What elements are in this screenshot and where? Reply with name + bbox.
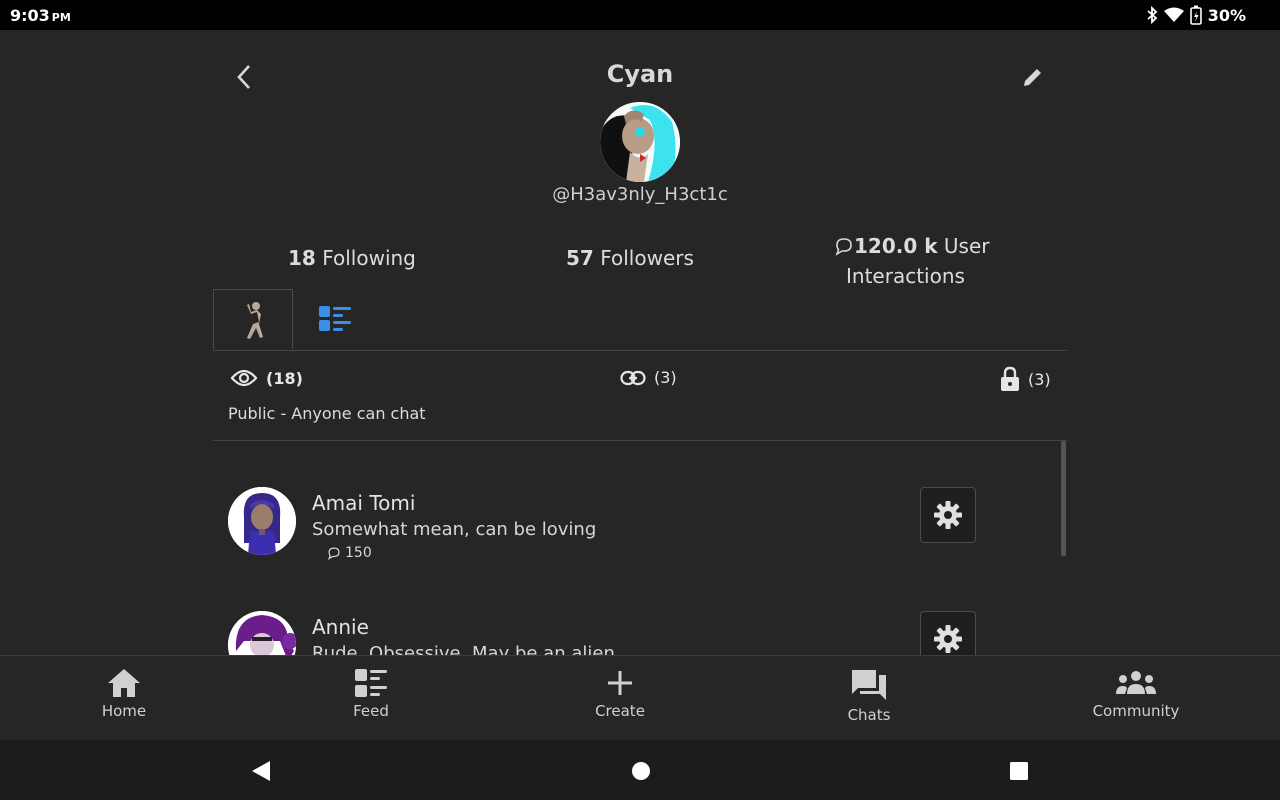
status-bar: 9:03 PM 30% bbox=[0, 0, 1280, 30]
character-name: Annie bbox=[312, 615, 369, 639]
character-icon bbox=[247, 301, 263, 339]
chevron-left-icon bbox=[237, 65, 250, 89]
nav-community-label: Community bbox=[1092, 702, 1180, 720]
followers-label: Followers bbox=[600, 246, 694, 270]
profile-handle: @H3av3nly_H3ct1c bbox=[552, 184, 728, 205]
interactions-label-interactions: Interactions bbox=[846, 264, 965, 288]
character-description: Rude, Obsessive, May be an alien bbox=[312, 643, 615, 655]
lock-icon bbox=[1001, 366, 1019, 391]
followers-count: 57 bbox=[566, 246, 594, 270]
avatar bbox=[228, 487, 296, 555]
system-home-button[interactable] bbox=[626, 756, 656, 786]
nav-create-label: Create bbox=[595, 702, 645, 720]
following-count: 18 bbox=[288, 246, 316, 270]
character-list[interactable]: Amai Tomi Somewhat mean, can be loving 1… bbox=[213, 441, 1067, 655]
interactions-stat: 120.0 k User Interactions bbox=[834, 231, 994, 291]
eye-icon bbox=[230, 369, 258, 387]
page-title: Cyan bbox=[606, 60, 674, 88]
avatar bbox=[228, 611, 296, 655]
list-scrollbar[interactable] bbox=[1061, 441, 1066, 556]
home-icon bbox=[108, 669, 140, 697]
gear-icon bbox=[934, 501, 962, 529]
chat-bubble-icon bbox=[327, 547, 340, 560]
clock: 9:03 PM bbox=[10, 6, 71, 25]
plus-icon bbox=[608, 671, 632, 695]
interaction-count-value: 150 bbox=[345, 545, 372, 561]
feed-list-icon bbox=[319, 306, 351, 331]
avatar-illustration bbox=[600, 102, 680, 182]
character-name: Amai Tomi bbox=[312, 491, 416, 515]
followers-stat[interactable]: 57 Followers bbox=[566, 246, 694, 270]
nav-feed[interactable]: Feed bbox=[301, 668, 441, 720]
system-back-button[interactable] bbox=[246, 756, 276, 786]
avatar-illustration bbox=[228, 487, 296, 555]
back-button[interactable] bbox=[228, 60, 260, 94]
gear-icon bbox=[934, 625, 962, 653]
list-item[interactable]: Amai Tomi Somewhat mean, can be loving 1… bbox=[213, 477, 1058, 577]
nav-chats-label: Chats bbox=[847, 706, 891, 724]
edit-button[interactable] bbox=[1016, 60, 1050, 94]
interactions-count: 120.0 k bbox=[854, 234, 938, 258]
clock-ampm: PM bbox=[51, 11, 71, 24]
visibility-description: Public - Anyone can chat bbox=[228, 404, 426, 423]
tabs-divider bbox=[213, 350, 1067, 351]
pencil-icon bbox=[1024, 69, 1041, 86]
character-settings-button[interactable] bbox=[920, 487, 976, 543]
battery-icon bbox=[1189, 5, 1202, 25]
clock-time: 9:03 bbox=[10, 6, 50, 25]
character-description: Somewhat mean, can be loving bbox=[312, 519, 597, 540]
following-label: Following bbox=[322, 246, 416, 270]
chats-icon bbox=[852, 670, 886, 700]
list-item[interactable]: Annie Rude, Obsessive, May be an alien bbox=[213, 601, 1058, 655]
tab-characters[interactable] bbox=[213, 289, 293, 349]
feed-icon bbox=[355, 669, 387, 697]
link-icon bbox=[620, 370, 646, 385]
link-count: (3) bbox=[654, 368, 677, 387]
tab-feed-list[interactable] bbox=[295, 289, 375, 349]
link-filter[interactable]: (3) bbox=[620, 368, 677, 387]
triangle-back-icon bbox=[252, 761, 270, 781]
circle-home-icon bbox=[632, 762, 650, 780]
nav-community[interactable]: Community bbox=[1066, 668, 1206, 720]
system-recents-button[interactable] bbox=[1004, 756, 1034, 786]
battery-percent: 30% bbox=[1207, 5, 1246, 25]
nav-home-label: Home bbox=[101, 702, 147, 720]
nav-chats[interactable]: Chats bbox=[799, 668, 939, 724]
chat-bubble-icon bbox=[835, 238, 852, 256]
profile-avatar bbox=[600, 102, 680, 182]
public-count: (18) bbox=[266, 368, 303, 388]
wifi-icon bbox=[1163, 7, 1184, 22]
following-stat[interactable]: 18 Following bbox=[288, 246, 416, 270]
square-recents-icon bbox=[1010, 762, 1028, 780]
nav-feed-label: Feed bbox=[353, 702, 389, 720]
interactions-label-user: User bbox=[943, 234, 990, 258]
system-navigation-bar bbox=[0, 740, 1280, 800]
interaction-count: 150 bbox=[327, 545, 372, 561]
private-count: (3) bbox=[1028, 369, 1051, 389]
avatar-illustration bbox=[228, 611, 296, 655]
bottom-navigation: Home Feed Create Chats Community bbox=[0, 655, 1280, 740]
nav-home[interactable]: Home bbox=[54, 668, 194, 720]
public-filter[interactable]: (18) bbox=[230, 368, 303, 388]
nav-create[interactable]: Create bbox=[550, 668, 690, 720]
bluetooth-icon bbox=[1147, 6, 1158, 24]
status-icons: 30% bbox=[1146, 5, 1246, 25]
character-settings-button[interactable] bbox=[920, 611, 976, 655]
private-filter[interactable]: (3) bbox=[1000, 366, 1051, 392]
community-icon bbox=[1116, 671, 1156, 694]
